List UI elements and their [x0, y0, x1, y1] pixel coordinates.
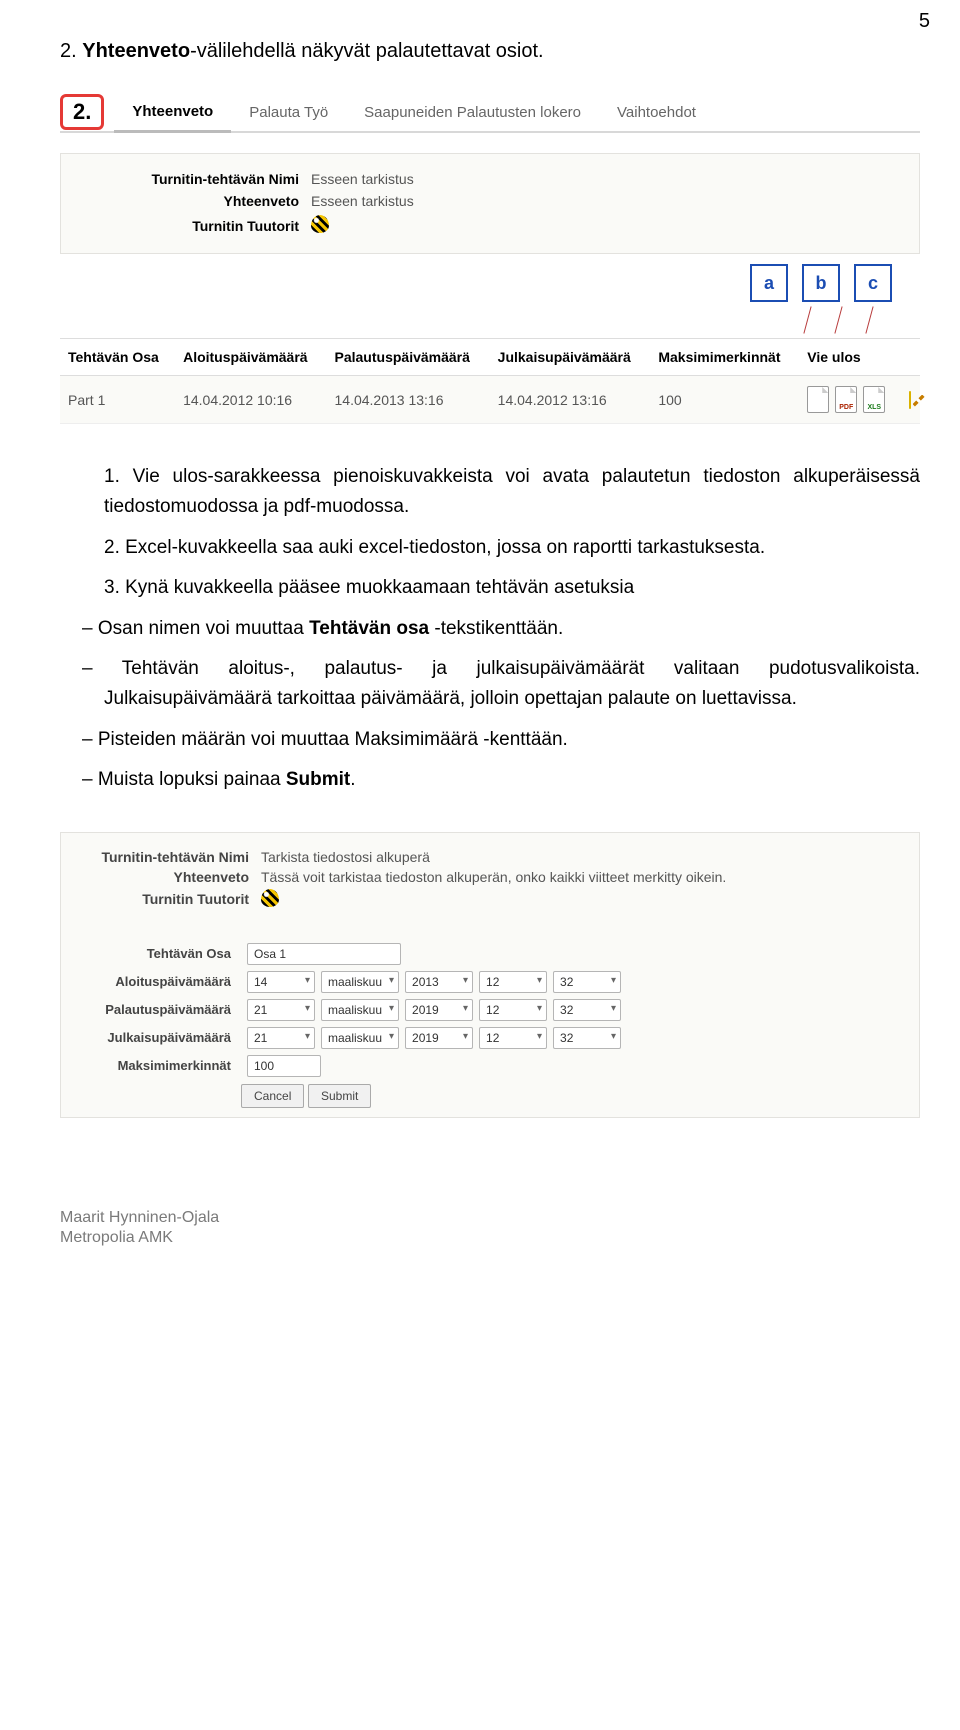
- callout-lines: [60, 306, 870, 334]
- cell-osa: Part 1: [60, 376, 175, 424]
- sel-j-month[interactable]: maaliskuu: [321, 1027, 399, 1049]
- bee-icon: [261, 889, 279, 907]
- ss2-val-yht: Tässä voit tarkistaa tiedoston alkuperän…: [261, 869, 726, 885]
- para-2: 2. Excel-kuvakkeella saa auki excel-tied…: [60, 533, 920, 563]
- sel-a-year[interactable]: 2013: [405, 971, 473, 993]
- callout-a: a: [750, 264, 788, 302]
- th-vie-ulos: Vie ulos: [799, 339, 900, 376]
- page-number: 5: [919, 10, 930, 33]
- callout-2: 2.: [60, 94, 104, 130]
- cell-maksimi: 100: [650, 376, 799, 424]
- callout-c: c: [854, 264, 892, 302]
- flabel-osa: Tehtävän Osa: [71, 946, 241, 961]
- flabel-palautus: Palautuspäivämäärä: [71, 1002, 241, 1017]
- para-3: 3. Kynä kuvakkeella pääsee muokkaamaan t…: [60, 573, 920, 603]
- th-julkaisu: Julkaisupäivämäärä: [490, 339, 651, 376]
- cell-palautus: 14.04.2013 13:16: [327, 376, 490, 424]
- sub-1: Osan nimen voi muuttaa Tehtävän osa -tek…: [60, 614, 920, 644]
- sel-j-day[interactable]: 21: [247, 1027, 315, 1049]
- submit-button[interactable]: Submit: [308, 1084, 371, 1108]
- value-nimi: Esseen tarkistus: [311, 171, 414, 187]
- ss2-val-nimi: Tarkista tiedostosi alkuperä: [261, 849, 430, 865]
- sel-p-year[interactable]: 2019: [405, 999, 473, 1021]
- flabel-julkaisu: Julkaisupäivämäärä: [71, 1030, 241, 1045]
- footer: Maarit Hynninen-Ojala Metropolia AMK: [60, 1208, 920, 1250]
- label-yht: Yhteenveto: [79, 193, 311, 209]
- ss2-label-tut: Turnitin Tuutorit: [79, 891, 261, 907]
- sel-p-hour[interactable]: 12: [479, 999, 547, 1021]
- ss2-label-nimi: Turnitin-tehtävän Nimi: [79, 849, 261, 865]
- th-aloitus: Aloituspäivämäärä: [175, 339, 326, 376]
- footer-author: Maarit Hynninen-Ojala: [60, 1208, 920, 1229]
- sel-p-day[interactable]: 21: [247, 999, 315, 1021]
- sel-j-min[interactable]: 32: [553, 1027, 621, 1049]
- value-yht: Esseen tarkistus: [311, 193, 414, 209]
- cell-julkaisu: 14.04.2012 13:16: [490, 376, 651, 424]
- heading: 2. Yhteenveto-välilehdellä näkyvät palau…: [60, 40, 920, 63]
- sel-a-month[interactable]: maaliskuu: [321, 971, 399, 993]
- para-1: 1. Vie ulos-sarakkeessa pienoiskuvakkeis…: [60, 462, 920, 523]
- callout-b: b: [802, 264, 840, 302]
- file-icon[interactable]: [807, 386, 829, 413]
- xls-icon[interactable]: XLS: [863, 386, 885, 413]
- th-osa: Tehtävän Osa: [60, 339, 175, 376]
- info-block-1: Turnitin-tehtävän NimiEsseen tarkistus Y…: [60, 153, 920, 254]
- tab-saapuneiden[interactable]: Saapuneiden Palautusten lokero: [346, 94, 599, 131]
- label-tut: Turnitin Tuutorit: [79, 218, 311, 234]
- tabs-row: 2. Yhteenveto Palauta Työ Saapuneiden Pa…: [60, 93, 920, 133]
- sel-a-min[interactable]: 32: [553, 971, 621, 993]
- input-osa[interactable]: Osa 1: [247, 943, 401, 965]
- tab-palauta-tyo[interactable]: Palauta Työ: [231, 94, 346, 131]
- cell-aloitus: 14.04.2012 10:16: [175, 376, 326, 424]
- th-maksimi: Maksimimerkinnät: [650, 339, 799, 376]
- pdf-icon[interactable]: PDF: [835, 386, 857, 413]
- edit-form-screenshot: Turnitin-tehtävän NimiTarkista tiedostos…: [60, 832, 920, 1118]
- value-tut: [311, 215, 329, 236]
- sel-j-hour[interactable]: 12: [479, 1027, 547, 1049]
- flabel-max: Maksimimerkinnät: [71, 1058, 241, 1073]
- sel-a-hour[interactable]: 12: [479, 971, 547, 993]
- label-nimi: Turnitin-tehtävän Nimi: [79, 171, 311, 187]
- table-row: Part 1 14.04.2012 10:16 14.04.2013 13:16…: [60, 376, 920, 424]
- sub-3: Pisteiden määrän voi muuttaa Maksimimäär…: [60, 725, 920, 755]
- sel-j-year[interactable]: 2019: [405, 1027, 473, 1049]
- ss2-label-yht: Yhteenveto: [79, 869, 261, 885]
- body-text: 1. Vie ulos-sarakkeessa pienoiskuvakkeis…: [60, 462, 920, 796]
- cancel-button[interactable]: Cancel: [241, 1084, 304, 1108]
- heading-num: 2.: [60, 40, 77, 62]
- tab-yhteenveto[interactable]: Yhteenveto: [114, 93, 231, 133]
- sel-p-month[interactable]: maaliskuu: [321, 999, 399, 1021]
- th-palautus: Palautuspäivämäärä: [327, 339, 490, 376]
- bee-icon: [311, 215, 329, 233]
- sub-4: Muista lopuksi painaa Submit.: [60, 765, 920, 795]
- tab-vaihtoehdot[interactable]: Vaihtoehdot: [599, 94, 714, 131]
- sub-2: Tehtävän aloitus-, palautus- ja julkaisu…: [60, 654, 920, 715]
- heading-rest: -välilehdellä näkyvät palautettavat osio…: [190, 40, 544, 62]
- footer-org: Metropolia AMK: [60, 1228, 920, 1249]
- parts-table: Tehtävän Osa Aloituspäivämäärä Palautusp…: [60, 338, 920, 424]
- sel-a-day[interactable]: 14: [247, 971, 315, 993]
- abc-callouts: a b c: [60, 264, 892, 302]
- pencil-icon[interactable]: [909, 391, 911, 409]
- flabel-aloitus: Aloituspäivämäärä: [71, 974, 241, 989]
- input-max[interactable]: 100: [247, 1055, 321, 1077]
- sel-p-min[interactable]: 32: [553, 999, 621, 1021]
- heading-bold: Yhteenveto: [82, 40, 190, 62]
